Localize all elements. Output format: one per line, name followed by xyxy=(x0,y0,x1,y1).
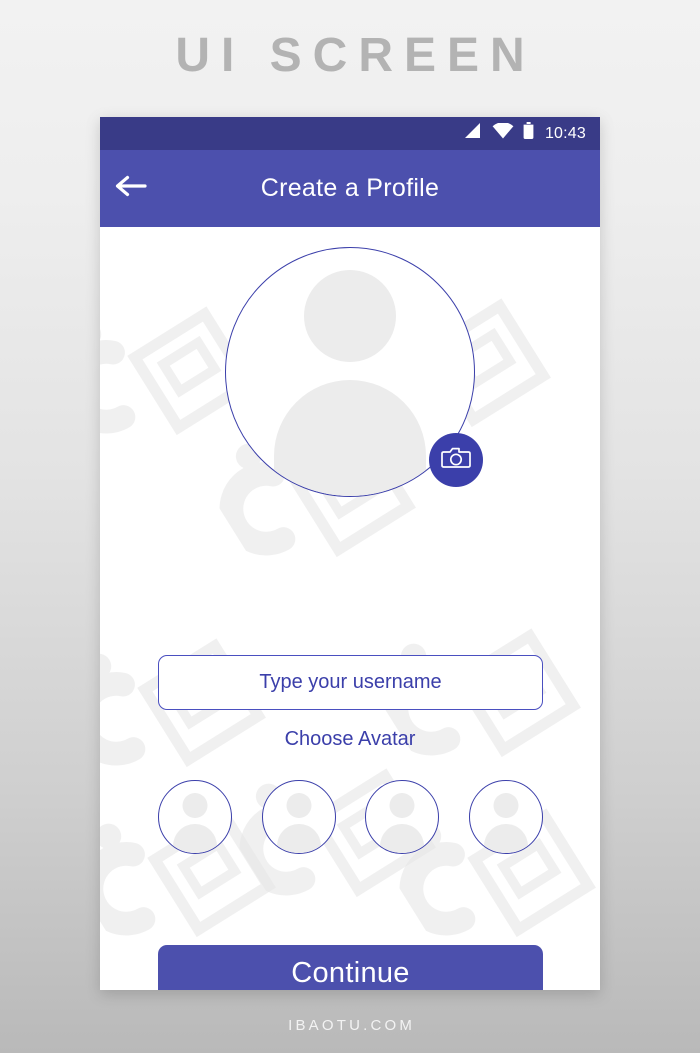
placeholder-body xyxy=(274,380,426,496)
wifi-icon xyxy=(492,121,514,145)
page-title: Create a Profile xyxy=(260,174,440,202)
back-button[interactable] xyxy=(100,150,162,227)
camera-icon xyxy=(441,446,471,475)
status-bar: 10:43 xyxy=(100,117,600,150)
battery-icon xyxy=(523,122,534,145)
avatar-option-3[interactable] xyxy=(365,780,440,854)
poster-title: UI SCREEN xyxy=(175,29,536,82)
poster-stage: UI SCREEN 10:43 Create a Profile Type yo… xyxy=(0,0,700,1053)
avatar-option-2[interactable] xyxy=(261,780,336,854)
placeholder-head xyxy=(304,270,396,362)
phone-mockup: 10:43 Create a Profile Type your usernam… xyxy=(100,117,600,990)
choose-avatar-label: Choose Avatar xyxy=(284,728,416,750)
avatar-option-1[interactable] xyxy=(158,780,232,854)
placeholder-body xyxy=(173,824,217,853)
username-field[interactable] xyxy=(158,655,543,710)
placeholder-head xyxy=(389,793,415,818)
signal-icon xyxy=(464,122,483,145)
camera-button[interactable] xyxy=(429,433,483,487)
placeholder-head xyxy=(493,793,519,818)
avatar-options-row xyxy=(158,780,543,854)
username-input[interactable] xyxy=(159,656,542,709)
placeholder-body xyxy=(483,824,528,853)
continue-button[interactable]: Continue xyxy=(158,945,543,990)
placeholder-body xyxy=(380,824,425,853)
avatar-option-4[interactable] xyxy=(468,780,543,854)
screen-content: Choose Avatar xyxy=(100,227,600,990)
status-bar-time: 10:43 xyxy=(544,124,586,142)
placeholder-head xyxy=(286,793,312,818)
profile-avatar[interactable] xyxy=(225,247,483,497)
arrow-left-icon xyxy=(114,174,148,203)
app-bar: Create a Profile xyxy=(100,150,600,227)
placeholder-head xyxy=(182,793,208,818)
poster-footer: IBAOTU.COM xyxy=(288,1017,416,1034)
placeholder-body xyxy=(276,824,321,853)
